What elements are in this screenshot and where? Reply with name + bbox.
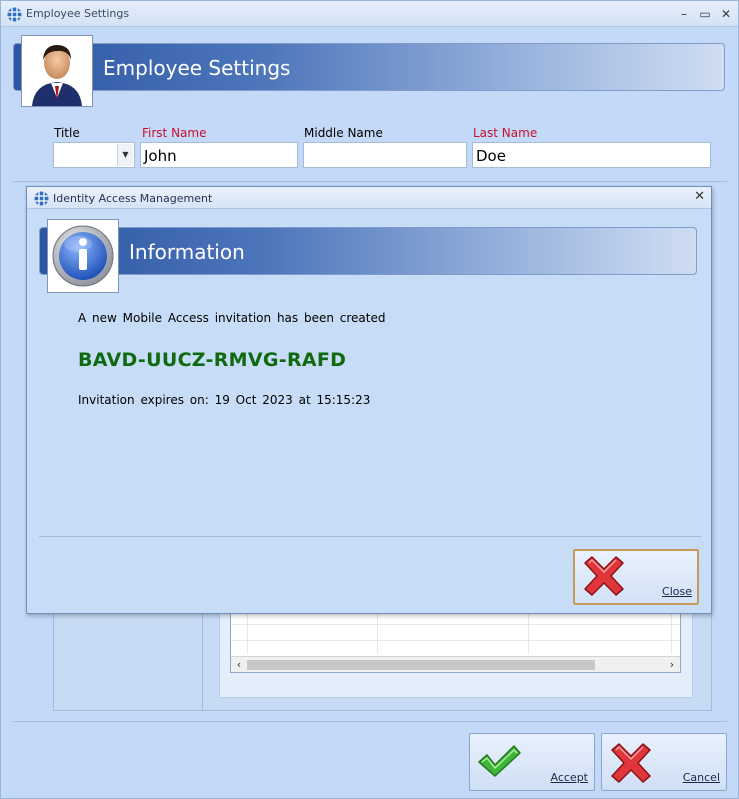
info-icon-frame: [47, 219, 119, 293]
close-window-icon[interactable]: ✕: [717, 5, 735, 23]
grid-row-line: [231, 640, 680, 641]
app-grid-globe-icon: [34, 191, 49, 206]
person-avatar-icon: [32, 45, 82, 106]
info-icon: [52, 225, 114, 287]
invitation-expiry: Invitation expires on: 19 Oct 2023 at 15…: [78, 393, 371, 407]
dialog-titlebar[interactable]: Identity Access Management ✕: [27, 187, 711, 209]
cross-icon: [611, 743, 651, 783]
scroll-right-icon[interactable]: ›: [664, 657, 680, 673]
chevron-down-icon[interactable]: ▼: [117, 144, 133, 166]
maximize-icon[interactable]: ▭: [696, 5, 714, 23]
cancel-button[interactable]: Cancel: [601, 733, 727, 791]
dialog-title: Identity Access Management: [53, 192, 213, 205]
employee-avatar: [21, 35, 93, 107]
window-title: Employee Settings: [26, 7, 130, 20]
middle-name-label: Middle Name: [304, 126, 383, 140]
checkmark-icon: [478, 745, 521, 777]
dialog-divider: [39, 536, 701, 537]
title-label: Title: [54, 126, 80, 140]
middle-name-field[interactable]: [303, 142, 467, 168]
data-grid[interactable]: ‹ ›: [230, 611, 681, 673]
last-name-label: Last Name: [473, 126, 538, 140]
information-banner: Information: [39, 227, 697, 275]
employee-settings-banner: Employee Settings: [13, 43, 725, 91]
invitation-message: A new Mobile Access invitation has been …: [78, 311, 386, 325]
dialog-banner-title: Information: [129, 240, 245, 264]
grid-row-line: [231, 624, 680, 625]
grid-column-line: [528, 612, 529, 654]
invitation-code: BAVD-UUCZ-RMVG-RAFD: [78, 349, 347, 371]
cancel-label: Cancel: [682, 771, 720, 784]
grid-column-line: [377, 612, 378, 654]
grid-column-line: [671, 612, 672, 654]
close-label: Close: [662, 585, 692, 598]
horizontal-scrollbar[interactable]: ‹ ›: [231, 656, 680, 672]
minimize-icon[interactable]: –: [675, 5, 693, 23]
first-name-field[interactable]: John: [140, 142, 298, 168]
page-title: Employee Settings: [103, 56, 291, 80]
dialog-close-icon[interactable]: ✕: [694, 189, 705, 204]
divider: [13, 721, 727, 722]
information-dialog: Identity Access Management ✕ Information…: [26, 186, 712, 614]
last-name-field[interactable]: Doe: [472, 142, 711, 168]
grid-column-line: [247, 612, 248, 654]
window-titlebar[interactable]: Employee Settings – ▭ ✕: [1, 1, 738, 27]
divider: [13, 181, 727, 182]
left-panel: [53, 601, 203, 711]
app-grid-globe-icon: [7, 7, 22, 22]
title-select[interactable]: ▼: [53, 142, 135, 168]
cross-icon: [584, 556, 624, 596]
scrollbar-thumb[interactable]: [247, 660, 595, 670]
accept-label: Accept: [550, 771, 589, 784]
accept-button[interactable]: Accept: [469, 733, 595, 791]
scroll-left-icon[interactable]: ‹: [231, 657, 247, 673]
first-name-label: First Name: [142, 126, 207, 140]
close-button[interactable]: Close: [573, 549, 699, 605]
